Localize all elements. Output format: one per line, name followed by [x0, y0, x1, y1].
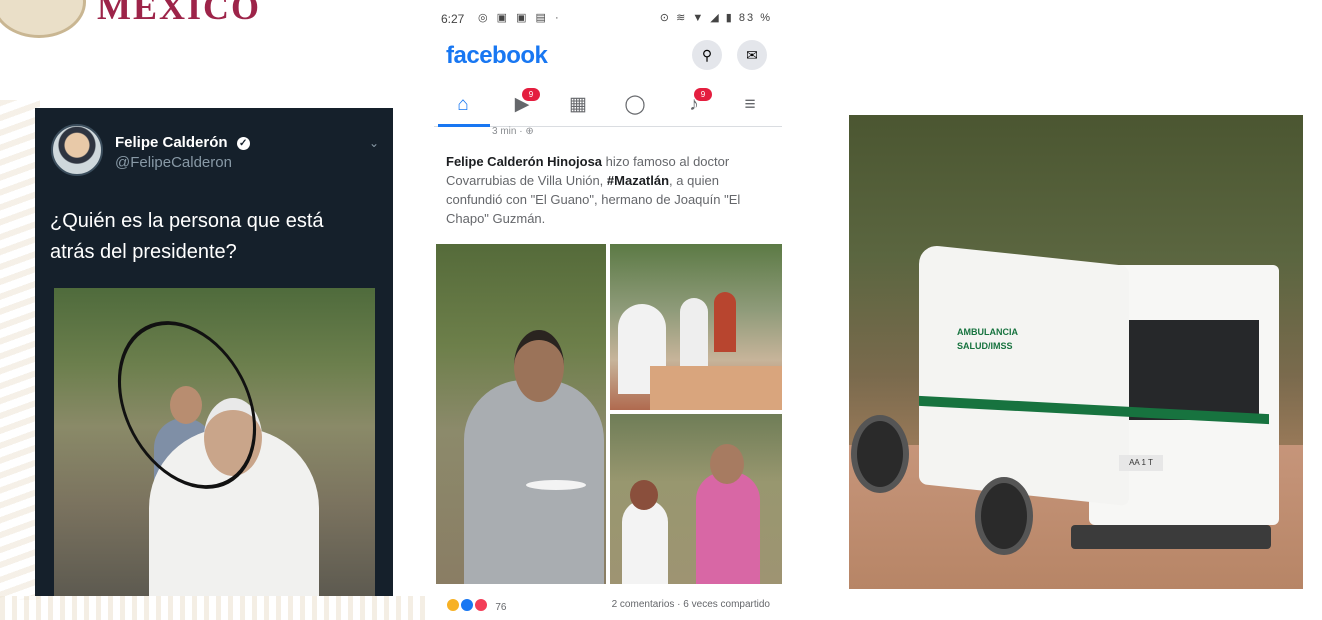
verified-icon: ✓ [236, 137, 250, 150]
photo-man-head [514, 330, 564, 402]
facebook-logo[interactable]: facebook [446, 42, 548, 70]
photo-plate [526, 480, 586, 490]
home-icon[interactable]: ⌂ [443, 90, 483, 120]
marketplace-icon[interactable]: ▦ [558, 90, 598, 120]
fb-nav-bar: ⌂ ▶ 9 ▦ ◯ ♪ 9 ≡ [434, 84, 782, 127]
post-stats[interactable]: 2 comentarios · 6 veces compartido [612, 599, 770, 610]
status-battery: ⊙ ≋ ▼ ◢ ▮ 83 % [660, 11, 772, 24]
watch-icon[interactable]: ▶ 9 [502, 88, 542, 120]
tweet-text: ¿Quién es la persona que está atrás del … [50, 210, 324, 263]
photo-person [714, 292, 736, 352]
license-plate: AA 1 T [1119, 455, 1163, 471]
notifications-bell-icon[interactable]: ♪ 9 [674, 88, 714, 120]
notifications-badge: 9 [694, 88, 712, 101]
status-time: 6:27 [441, 12, 465, 26]
decorative-pattern-left [0, 100, 40, 600]
search-icon[interactable]: ⚲ [692, 40, 722, 70]
globe-icon: ⊕ [525, 126, 534, 137]
post-meta: 3 min · ⊕ [492, 126, 534, 137]
ambulance-photo: AMBULANCIA SALUD/IMSS AA 1 T [849, 115, 1303, 589]
tweet-handle[interactable]: @FelipeCalderon [115, 154, 232, 171]
love-reaction-icon [473, 598, 488, 612]
profile-icon[interactable]: ◯ [615, 90, 655, 120]
watch-badge: 9 [522, 88, 540, 101]
signal-icons: ⊙ ≋ ▼ ◢ ▮ [659, 12, 739, 24]
chevron-down-icon[interactable]: ⌄ [369, 136, 379, 150]
photo-person [680, 298, 708, 368]
reaction-count: 76 [495, 602, 507, 613]
photo-man-pink-shirt [696, 472, 760, 584]
reactions-summary[interactable]: 76 [446, 598, 506, 613]
facebook-screenshot: 6:27 ◎ ▣ ▣ ▤ · ⊙ ≋ ▼ ◢ ▮ 83 % facebook ⚲… [434, 0, 782, 620]
status-bar: 6:27 ◎ ▣ ▣ ▤ · ⊙ ≋ ▼ ◢ ▮ 83 % [434, 8, 782, 28]
ambulance-label: AMBULANCIA SALUD/IMSS [957, 327, 1018, 351]
battery-percent: 83 % [738, 12, 772, 24]
photo-woman [622, 500, 668, 584]
avatar[interactable] [51, 124, 103, 176]
photo-man-head [710, 444, 744, 484]
post-text: Felipe Calderón Hinojosa hizo famoso al … [446, 152, 776, 228]
post-photo-main[interactable] [436, 244, 606, 584]
ambulance-bumper [1071, 525, 1271, 549]
decorative-pattern-bottom [0, 596, 430, 620]
rear-wheel [975, 477, 1033, 555]
tweet-author-name: Felipe Calderón [115, 134, 228, 151]
brand-title: MEXICO [97, 0, 261, 27]
menu-icon[interactable]: ≡ [730, 90, 770, 120]
post-photo-top-right[interactable] [610, 244, 782, 410]
haha-reaction-icon [446, 598, 460, 612]
like-reaction-icon [459, 598, 474, 612]
tweet-photo[interactable] [54, 288, 375, 596]
post-photo-bottom-right[interactable] [610, 414, 782, 584]
post-time: 3 min · [492, 126, 526, 137]
post-author[interactable]: Felipe Calderón Hinojosa [446, 154, 602, 169]
photo-woman-head [630, 480, 658, 510]
tweet-card: Felipe Calderón ✓ @FelipeCalderon ⌄ ¿Qui… [35, 108, 393, 596]
messenger-icon[interactable]: ✉ [737, 40, 767, 70]
tweet-author[interactable]: Felipe Calderón ✓ [115, 134, 250, 151]
front-wheel [851, 415, 909, 493]
ambulance-side [919, 243, 1129, 507]
government-seal-logo [0, 0, 86, 38]
photo-food-table [650, 366, 782, 410]
status-notification-icons: ◎ ▣ ▣ ▤ · [478, 12, 562, 24]
active-tab-indicator [438, 124, 490, 127]
post-hashtag[interactable]: #Mazatlán [607, 173, 669, 188]
